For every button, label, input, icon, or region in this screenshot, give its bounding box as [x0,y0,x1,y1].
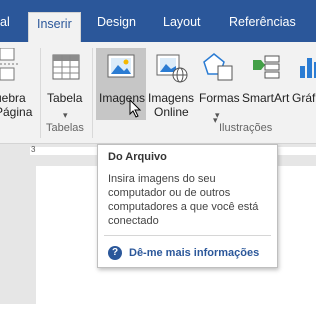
page-break-button[interactable]: uebra Página [0,48,36,120]
tooltip-description: Insira imagens do seu computador ou de o… [108,173,259,227]
online-picture-icon [156,54,188,83]
tab-partial[interactable]: al [0,10,10,42]
tab-referencias[interactable]: Referências [229,10,296,42]
chevron-down-icon: ▾ [213,115,218,125]
ribbon-tab-strip: al Inserir Design Layout Referências [0,0,316,42]
page-break-label-1: uebra [0,91,26,105]
chevron-down-icon: ▾ [63,110,68,120]
table-icon [52,54,80,80]
smartart-button[interactable]: SmartArt [241,48,291,120]
tooltip: Do Arquivo Insira imagens do seu computa… [97,144,278,268]
smartart-label: SmartArt [242,91,290,105]
tab-layout[interactable]: Layout [163,10,201,42]
chart-label: Gráf [292,91,316,105]
group-separator [92,48,93,138]
group-separator [40,48,41,138]
chart-button[interactable]: Gráf [292,48,316,120]
group-label-tabelas: Tabelas [46,122,84,134]
ruler-mark: 3 [31,145,36,154]
group-label-ilustracoes: Ilustrações [219,122,273,134]
picture-icon [107,54,135,78]
table-button[interactable]: Tabela ▾ [44,48,88,120]
page-break-icon [0,48,18,81]
shapes-label: Formas [199,91,240,105]
tab-inserir[interactable]: Inserir [28,12,81,42]
tell-me-more-link[interactable]: Dê-me mais informações [129,247,259,259]
online-pictures-label-1: Imagens [148,91,195,105]
chart-icon [300,58,316,78]
shapes-icon [203,53,233,81]
page-break-label-2: Página [0,105,33,119]
ribbon-panel: uebra Página Tabela ▾ Tabelas Imagens [0,42,316,144]
smartart-icon [253,55,280,79]
shapes-button[interactable]: Formas ▾ [196,48,240,120]
online-pictures-label-2: Online [154,105,189,119]
tab-design[interactable]: Design [97,10,136,42]
help-icon: ? [108,246,122,260]
mouse-cursor-icon [129,99,142,118]
tooltip-title: Do Arquivo [108,151,167,163]
online-pictures-button[interactable]: Imagens Online [148,48,194,120]
divider [104,235,271,236]
table-label: Tabela [47,91,83,105]
